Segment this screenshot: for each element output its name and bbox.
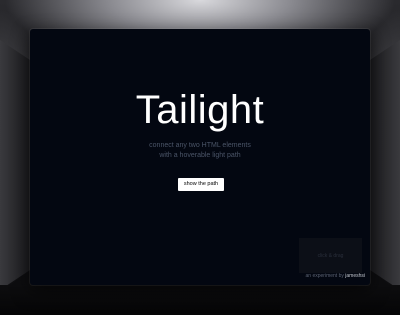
credit-author-link[interactable]: jameshsi (345, 273, 365, 279)
subtitle-line-1: connect any two HTML elements (149, 142, 251, 149)
page-title: Tailight (135, 88, 265, 132)
drag-box[interactable]: click & drag (299, 238, 362, 273)
left-wall (0, 40, 30, 290)
credit-line: an experiment by jameshsi (306, 273, 365, 279)
page-subtitle: connect any two HTML elements with a hov… (0, 141, 400, 161)
floor (0, 285, 400, 315)
show-path-button[interactable]: show the path (178, 178, 224, 191)
scene-background: Tailight connect any two HTML elements w… (0, 0, 400, 315)
subtitle-line-2: with a hoverable light path (159, 152, 241, 159)
right-wall (370, 40, 400, 290)
drag-box-label: click & drag (317, 252, 344, 259)
credit-prefix: an experiment by (305, 273, 344, 279)
